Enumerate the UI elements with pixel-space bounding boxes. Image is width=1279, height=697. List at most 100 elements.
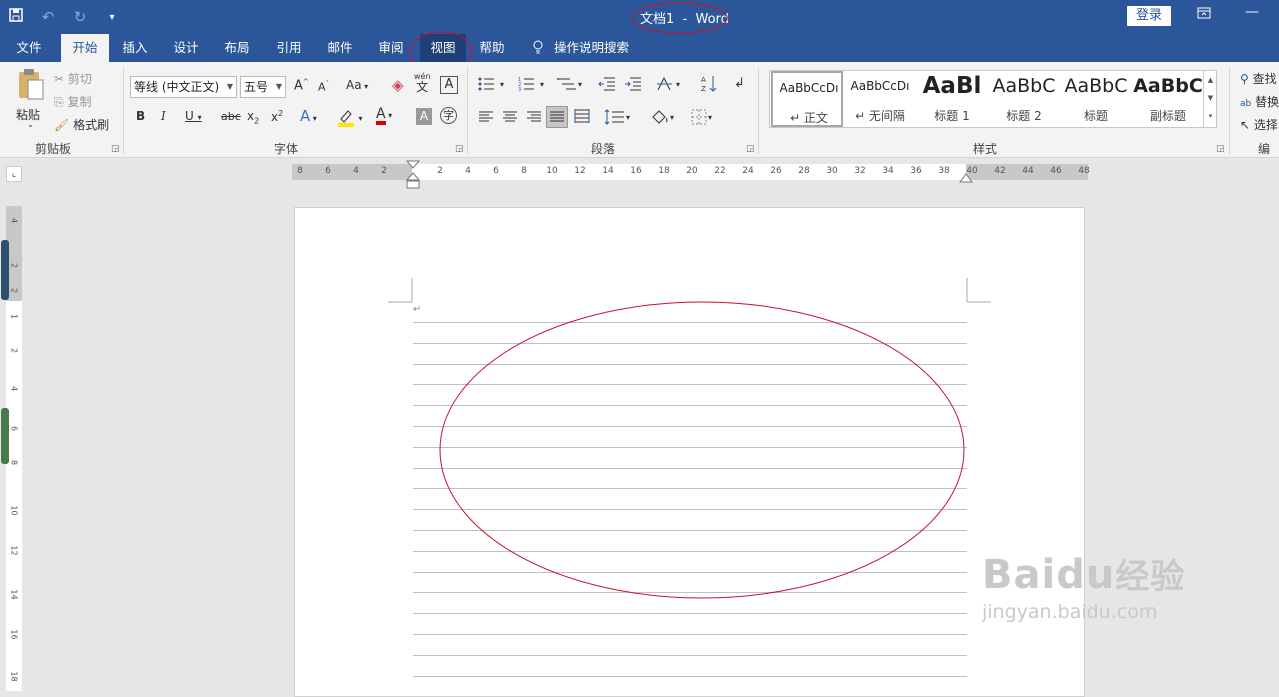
clipboard-launcher-icon[interactable]: ◲: [111, 144, 120, 154]
ruler-tick: 4: [465, 166, 471, 176]
styles-group-label: 样式: [973, 142, 998, 156]
styles-launcher-icon[interactable]: ◲: [1216, 144, 1225, 154]
subscript-icon[interactable]: x2: [247, 109, 259, 125]
tab-layout[interactable]: 布局: [215, 34, 259, 62]
ruler-tick: 44: [1022, 166, 1034, 176]
vruler-tick: 8: [9, 459, 19, 466]
save-icon[interactable]: [0, 7, 32, 27]
vruler-tick: 2: [9, 347, 19, 354]
login-button[interactable]: 登录: [1127, 6, 1171, 26]
borders-icon[interactable]: ▾: [690, 108, 712, 129]
paragraph-launcher-icon[interactable]: ◲: [746, 144, 755, 154]
justify-icon[interactable]: [546, 106, 568, 128]
vruler-tick: 12: [9, 545, 19, 556]
align-center-icon[interactable]: [502, 110, 518, 127]
clear-formatting-icon[interactable]: ◈: [392, 76, 404, 94]
underline-icon[interactable]: U ▾: [185, 109, 202, 123]
shrink-font-icon[interactable]: Aˇ: [318, 80, 329, 94]
paragraph-group-label: 段落: [591, 142, 616, 156]
align-left-icon[interactable]: [478, 110, 494, 127]
font-color-icon[interactable]: A ▾: [376, 107, 392, 125]
ruler-tick: 32: [854, 166, 866, 176]
ribbon-display-options-icon[interactable]: [1197, 6, 1211, 24]
font-launcher-icon[interactable]: ◲: [455, 144, 464, 154]
quick-access-toolbar: ↶ ↻ ▾: [0, 0, 128, 34]
undo-icon[interactable]: ↶: [32, 8, 64, 26]
font-group-label: 字体: [274, 142, 299, 156]
watermark-url: jingyan.baidu.com: [982, 601, 1158, 623]
style-subtitle[interactable]: AaBbC 副标题: [1132, 71, 1204, 127]
ribbon-tabs: 文件 开始 插入 设计 布局 引用 邮件 审阅 视图 帮助 操作说明搜索: [0, 34, 1279, 62]
minimize-icon[interactable]: —: [1245, 4, 1259, 20]
italic-icon[interactable]: I: [161, 109, 166, 123]
vruler-tick: 18: [9, 671, 19, 682]
find-button[interactable]: ⚲ 查找: [1240, 70, 1277, 87]
asian-layout-icon[interactable]: ▾: [656, 76, 680, 95]
scroll-indicator: [1, 240, 9, 300]
show-marks-icon[interactable]: ↲: [734, 76, 745, 91]
replace-button[interactable]: ab 替换: [1240, 93, 1279, 110]
style-normal[interactable]: AaBbCcDı ↵ 正文: [771, 71, 843, 127]
divider: [758, 68, 759, 154]
style-title[interactable]: AaBbC 标题: [1060, 71, 1132, 127]
multilevel-list-icon[interactable]: ▾: [556, 76, 582, 95]
tab-design[interactable]: 设计: [164, 34, 208, 62]
tab-selector[interactable]: ⌞: [6, 166, 22, 182]
styles-gallery: AaBbCcDı ↵ 正文 AaBbCcDı ↵ 无间隔 AaBl 标题 1 A…: [769, 70, 1217, 128]
font-size-combo[interactable]: 五号 ▼: [240, 76, 286, 98]
customize-icon[interactable]: ▾: [96, 12, 128, 23]
format-painter-button[interactable]: 🖌 格式刷: [54, 116, 109, 133]
increase-indent-icon[interactable]: [624, 76, 642, 95]
gridline: [413, 676, 967, 677]
paste-dropdown-icon[interactable]: ⌄: [27, 120, 34, 129]
brush-icon: 🖌: [54, 118, 70, 132]
vruler-tick: 10: [9, 505, 19, 516]
cut-button[interactable]: ✂ 剪切: [54, 70, 92, 87]
font-name-combo[interactable]: 等线 (中文正文) ▼: [130, 76, 237, 98]
line-spacing-icon[interactable]: ▾: [604, 108, 630, 129]
tab-file[interactable]: 文件: [6, 34, 52, 62]
right-indent-marker[interactable]: [959, 170, 973, 184]
grow-font-icon[interactable]: A^: [294, 78, 309, 93]
highlight-color-icon[interactable]: ▾: [336, 107, 363, 130]
ruler-tick: 16: [630, 166, 642, 176]
vruler-tick: 4: [9, 217, 19, 224]
tell-me-search[interactable]: 操作说明搜索: [532, 34, 642, 62]
title-annotation-ellipse: [632, 2, 728, 34]
style-no-spacing[interactable]: AaBbCcDı ↵ 无间隔: [844, 71, 916, 127]
numbering-icon[interactable]: 1 2 3 ▾: [518, 76, 544, 95]
align-right-icon[interactable]: [526, 110, 542, 127]
copy-button[interactable]: ⎘ 复制: [54, 93, 91, 110]
strikethrough-icon[interactable]: abc: [221, 110, 241, 123]
gridline: [413, 655, 967, 656]
paste-icon[interactable]: [16, 68, 46, 105]
superscript-icon[interactable]: x2: [271, 109, 283, 124]
enclose-characters-icon[interactable]: 字: [440, 107, 457, 124]
character-shading-icon[interactable]: A: [416, 108, 432, 125]
style-heading-1[interactable]: AaBl 标题 1: [916, 71, 988, 127]
styles-scroll[interactable]: ▲ ▼ ▾: [1203, 71, 1217, 127]
title-bar: ↶ ↻ ▾ 文档1 - Word 登录 —: [0, 0, 1279, 34]
shading-icon[interactable]: ▾: [650, 108, 674, 129]
change-case-button[interactable]: Aa ▾: [346, 78, 368, 92]
tab-home[interactable]: 开始: [61, 34, 109, 62]
character-border-icon[interactable]: A: [440, 76, 458, 94]
distributed-icon[interactable]: [574, 108, 590, 129]
tab-review[interactable]: 审阅: [369, 34, 413, 62]
indent-markers[interactable]: [406, 160, 420, 190]
style-heading-2[interactable]: AaBbC 标题 2: [988, 71, 1060, 127]
vruler-tick: 2: [9, 287, 19, 294]
tab-insert[interactable]: 插入: [113, 34, 157, 62]
tab-references[interactable]: 引用: [267, 34, 311, 62]
text-effects-icon[interactable]: A ▾: [300, 107, 317, 125]
decrease-indent-icon[interactable]: [598, 76, 616, 95]
redo-icon[interactable]: ↻: [64, 8, 96, 26]
phonetic-guide-icon[interactable]: wén 文: [414, 72, 431, 93]
bold-icon[interactable]: B: [136, 109, 145, 123]
ribbon: 粘贴 ⌄ ✂ 剪切 ⎘ 复制 🖌 格式刷 剪贴板 ◲ 等线 (中文正文) ▼ 五号…: [0, 62, 1279, 173]
tab-help[interactable]: 帮助: [470, 34, 514, 62]
tab-mailings[interactable]: 邮件: [318, 34, 362, 62]
select-button[interactable]: ↖ 选择: [1240, 116, 1278, 133]
sort-icon[interactable]: AZ: [700, 74, 718, 97]
bullets-icon[interactable]: ▾: [478, 76, 504, 95]
